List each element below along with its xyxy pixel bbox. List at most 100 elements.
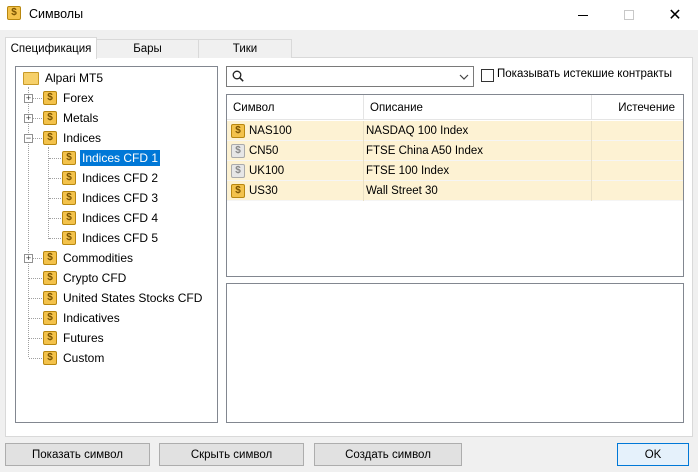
tree-item-label: Indices CFD 1: [80, 150, 161, 166]
symbol-group-icon: $: [62, 171, 76, 185]
symbol-name: US30: [249, 185, 278, 197]
expand-metals[interactable]: +: [24, 114, 33, 123]
tree-item-commodities[interactable]: $ Commodities: [43, 249, 135, 267]
tree-item-label: United States Stocks CFD: [63, 291, 203, 305]
close-button[interactable]: ✕: [652, 0, 698, 30]
tree-item-indices-cfd-3[interactable]: $ Indices CFD 3: [62, 189, 160, 207]
symbol-cell: $ NAS100: [227, 121, 364, 141]
symbol-group-icon: $: [43, 271, 57, 285]
tree-item-label: Futures: [63, 331, 104, 345]
maximize-button: [606, 0, 652, 30]
symbol-name: CN50: [249, 145, 279, 157]
expiry-cell: [592, 181, 683, 201]
show-expired-checkbox[interactable]: [481, 69, 494, 82]
symbol-name: UK100: [249, 165, 285, 177]
tree-item-label: Indices: [63, 131, 102, 145]
create-symbol-button[interactable]: Создать символ: [314, 443, 462, 466]
expiry-cell: [592, 141, 683, 161]
maximize-icon: [624, 10, 634, 20]
expand-commodities[interactable]: +: [24, 254, 33, 263]
tree-item-label: Indicatives: [63, 311, 120, 325]
expand-forex[interactable]: +: [24, 94, 33, 103]
symbol-group-icon: $: [62, 231, 76, 245]
symbol-group-icon: $: [43, 251, 57, 265]
table-row[interactable]: $ US30 Wall Street 30: [227, 181, 683, 201]
tree-item-forex[interactable]: $ Forex: [43, 89, 96, 107]
tree-item-metals[interactable]: $ Metals: [43, 109, 100, 127]
symbol-cell: $ CN50: [227, 141, 364, 161]
hide-symbol-button[interactable]: Скрыть символ: [159, 443, 304, 466]
symbol-cell: $ UK100: [227, 161, 364, 181]
show-symbol-button[interactable]: Показать символ: [5, 443, 150, 466]
symbol-group-icon: $: [43, 351, 57, 365]
expiry-cell: [592, 121, 683, 141]
table-row[interactable]: $ CN50 FTSE China A50 Index: [227, 141, 683, 161]
symbol-group-icon: $: [62, 151, 76, 165]
symbol-search-combobox[interactable]: [226, 66, 474, 87]
tree-item-label: Commodities: [63, 251, 134, 265]
tree-item-indices-cfd-5[interactable]: $ Indices CFD 5: [62, 229, 160, 247]
window-title: Символы: [29, 7, 84, 21]
symbol-group-icon: $: [43, 291, 57, 305]
tree-item-label: Indices CFD 2: [82, 171, 159, 185]
description-cell: NASDAQ 100 Index: [364, 121, 592, 141]
symbol-group-icon: $: [62, 191, 76, 205]
tree-item-label: Crypto CFD: [63, 271, 127, 285]
tree-item-label: Indices CFD 4: [82, 211, 159, 225]
folder-icon: [23, 71, 39, 85]
symbol-name: NAS100: [249, 125, 292, 137]
tree-item-label: Custom: [63, 351, 105, 365]
symbol-icon: $: [231, 124, 245, 138]
table-row[interactable]: $ UK100 FTSE 100 Index: [227, 161, 683, 181]
symbol-group-icon: $: [43, 331, 57, 345]
tree-item-futures[interactable]: $ Futures: [43, 329, 106, 347]
show-expired-label[interactable]: Показывать истекшие контракты: [497, 68, 672, 80]
tab-specification[interactable]: Спецификация: [5, 37, 97, 59]
symbol-details-panel: [226, 283, 684, 423]
tree-item-crypto-cfd[interactable]: $ Crypto CFD: [43, 269, 128, 287]
search-icon: [232, 70, 244, 82]
symbol-group-icon: $: [43, 91, 57, 105]
expiry-cell: [592, 161, 683, 181]
tab-ticks[interactable]: Тики: [198, 39, 292, 58]
symbol-icon: $: [231, 184, 245, 198]
column-header-description[interactable]: Описание: [364, 95, 592, 120]
tab-bars[interactable]: Бары: [96, 39, 199, 58]
search-input[interactable]: [249, 68, 449, 85]
tree-item-label: Indices CFD 3: [82, 191, 159, 205]
tree-item-custom[interactable]: $ Custom: [43, 349, 106, 367]
symbol-group-icon: $: [43, 311, 57, 325]
tree-root-label: Alpari MT5: [45, 71, 104, 85]
column-header-symbol[interactable]: Символ: [227, 95, 364, 120]
tree-item-label: Metals: [63, 111, 99, 125]
tree-item-label: Forex: [63, 91, 94, 105]
symbol-group-icon: $: [43, 111, 57, 125]
tree-item-us-stocks-cfd[interactable]: $ United States Stocks CFD: [43, 289, 204, 307]
tree-item-label: Indices CFD 5: [82, 231, 159, 245]
symbols-table[interactable]: Символ Описание Истечение $ NAS100 NASDA…: [226, 94, 684, 277]
tree-item-indices[interactable]: $ Indices: [43, 129, 103, 147]
symbol-icon: $: [231, 144, 245, 158]
tree-item-indices-cfd-2[interactable]: $ Indices CFD 2: [62, 169, 160, 187]
tree-item-indicatives[interactable]: $ Indicatives: [43, 309, 122, 327]
symbol-tree[interactable]: Alpari MT5 + $ Forex + $ Metals − $ Indi…: [15, 66, 218, 423]
collapse-indices[interactable]: −: [24, 134, 33, 143]
app-icon: $: [7, 6, 21, 20]
tree-root[interactable]: Alpari MT5: [23, 69, 105, 87]
symbol-group-icon: $: [62, 211, 76, 225]
description-cell: FTSE 100 Index: [364, 161, 592, 181]
column-header-expiry[interactable]: Истечение: [592, 95, 683, 120]
ok-button[interactable]: OK: [617, 443, 689, 466]
close-icon: ✕: [668, 7, 682, 24]
symbol-group-icon: $: [43, 131, 57, 145]
minimize-icon: [578, 14, 588, 16]
table-header: Символ Описание Истечение: [227, 95, 683, 120]
symbol-icon: $: [231, 164, 245, 178]
table-row[interactable]: $ NAS100 NASDAQ 100 Index: [227, 121, 683, 141]
minimize-button[interactable]: [560, 0, 606, 30]
tree-item-indices-cfd-4[interactable]: $ Indices CFD 4: [62, 209, 160, 227]
tree-item-indices-cfd-1[interactable]: $ Indices CFD 1: [62, 149, 161, 167]
title-bar: $ Символы ✕: [0, 0, 698, 30]
description-cell: Wall Street 30: [364, 181, 592, 201]
chevron-down-icon[interactable]: [459, 73, 469, 81]
